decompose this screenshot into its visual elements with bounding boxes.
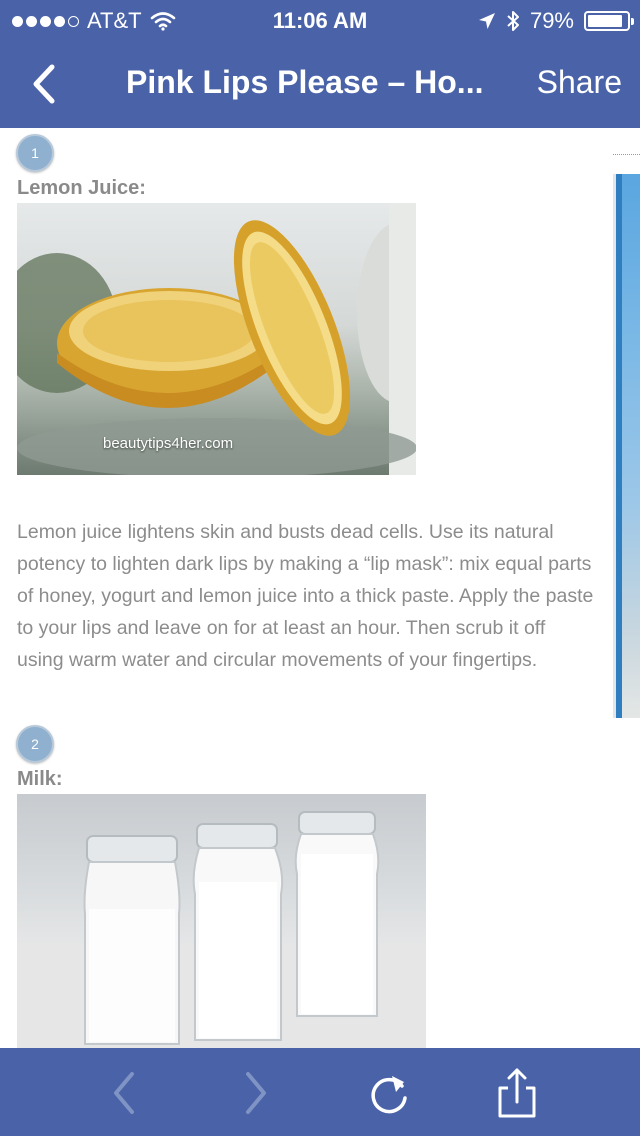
step-number-badge: 2 [16,725,54,763]
step-heading: Lemon Juice: [17,177,146,199]
step-number-badge: 1 [16,134,54,172]
lemon-juice-image: beautytips4her.com [17,203,416,475]
back-arrow-icon[interactable] [98,1066,152,1120]
chevron-left-icon[interactable] [26,62,66,106]
status-right: 79% [478,8,634,34]
bottom-toolbar [0,1048,640,1136]
location-arrow-icon [478,13,495,29]
divider [613,154,640,155]
battery-icon [584,11,634,31]
forward-arrow-icon[interactable] [228,1066,282,1120]
bluetooth-icon [507,11,519,31]
milk-bottles-illustration [17,811,426,1048]
milk-image [17,794,426,1048]
step-description: Lemon juice lightens skin and busts dead… [17,521,594,671]
reload-icon[interactable] [362,1066,416,1120]
side-banner-image[interactable] [613,174,640,718]
share-icon[interactable] [490,1066,544,1120]
article-content[interactable]: 1 Lemon Juice: beautytips4her.com Lemon … [0,128,640,1048]
status-bar: AT&T 11:06 AM 79% [0,0,640,40]
battery-percent: 79% [529,8,574,33]
navigation-bar: Pink Lips Please – Ho... Share [0,40,640,128]
page-title: Pink Lips Please – Ho... [126,64,484,100]
top-bar: AT&T 11:06 AM 79% Pink Lips Please – Ho.… [0,0,640,128]
step-heading: Milk: [17,768,63,790]
image-watermark: beautytips4her.com [103,435,234,452]
share-button[interactable]: Share [537,64,622,101]
